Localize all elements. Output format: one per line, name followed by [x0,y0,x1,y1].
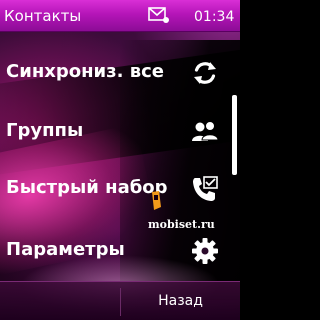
menu-item-groups[interactable]: Группы [0,110,240,154]
back-button[interactable]: Назад [121,282,240,320]
status-bar: Контакты 01:34 [0,0,240,32]
clock: 01:34 [194,9,235,25]
menu-item-label: Группы [6,120,84,141]
watermark-text: mobiset.ru [148,218,215,231]
gear-icon [190,236,220,266]
scrollbar[interactable] [232,95,237,175]
menu-item-sync-all[interactable]: Синхрониз. все [0,51,240,95]
group-icon [190,117,220,147]
sync-icon [190,58,220,88]
envelope-icon [148,6,170,24]
menu-item-label: Параметры [6,239,125,260]
menu-item-label: Синхрониз. все [6,61,165,82]
softkey-bar: Назад [0,281,240,320]
screen: Контакты 01:34 Синхрониз. все Группы Быс… [0,0,240,320]
page-title: Контакты [4,7,82,25]
phone-logo-icon [148,190,164,212]
watermark: mobiset.ru [144,190,240,240]
scrollbar-thumb[interactable] [232,95,237,175]
